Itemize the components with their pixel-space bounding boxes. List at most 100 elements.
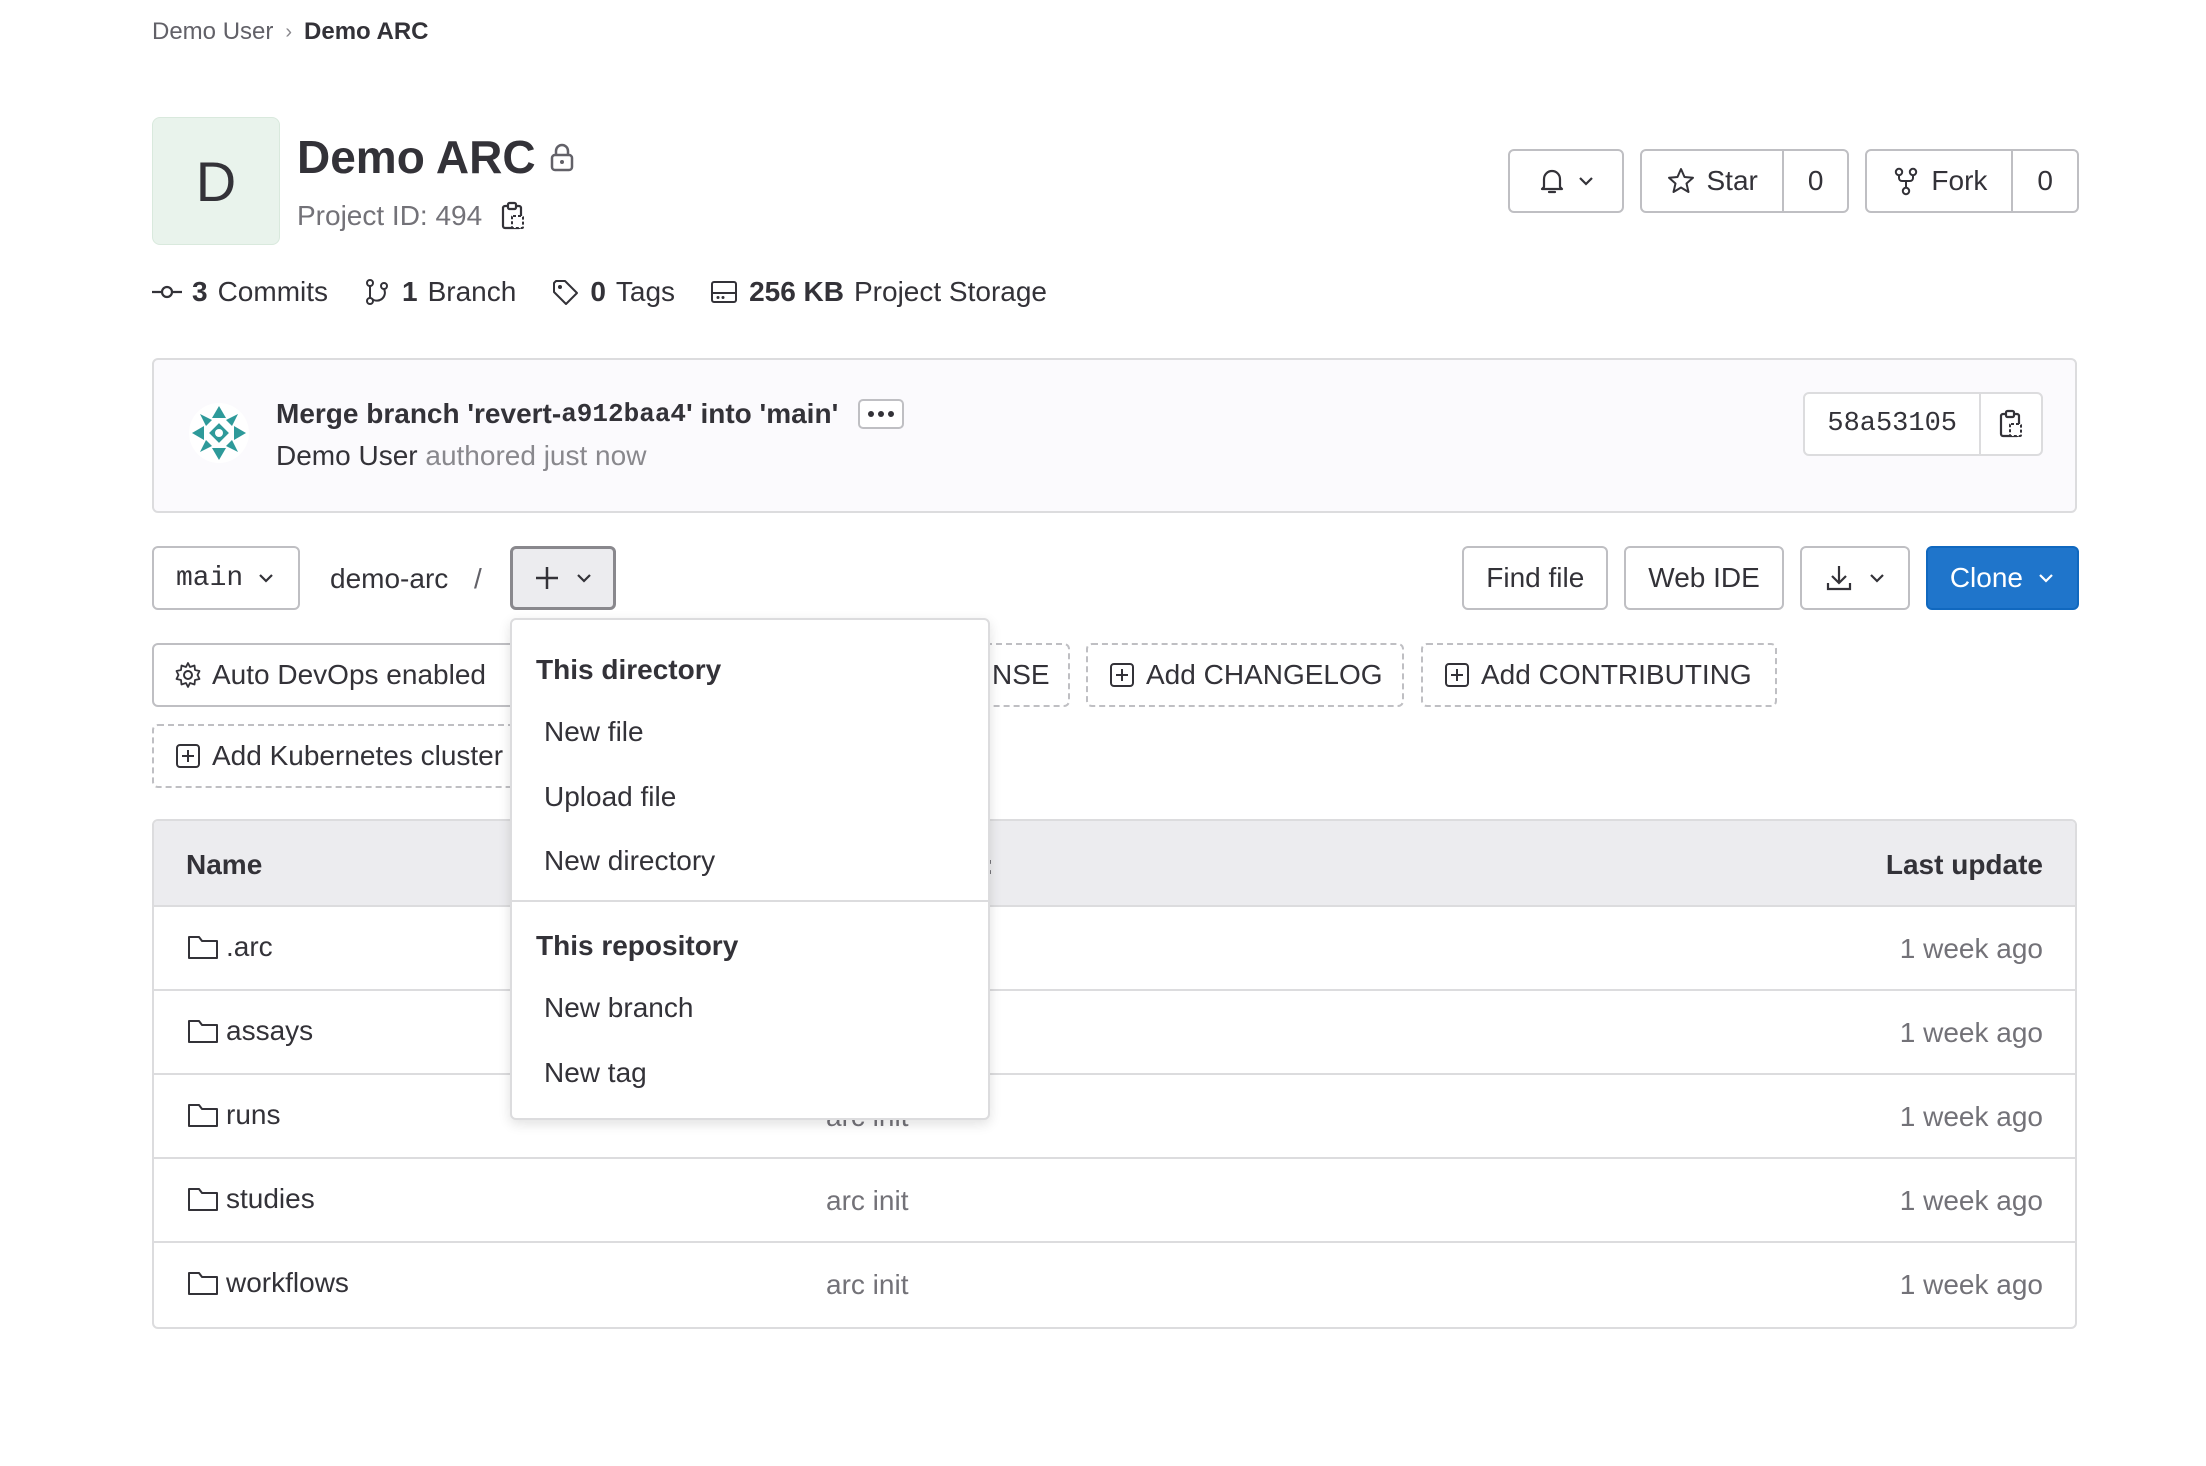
branches-count: 1 — [402, 276, 418, 307]
star-button[interactable]: Star — [1642, 151, 1781, 211]
repo-actions: Find file Web IDE Clone — [1462, 546, 2079, 610]
commit-message[interactable]: Merge branch 'revert-a912baa4 ' into 'mai… — [276, 398, 905, 430]
chevron-down-icon — [1870, 574, 1884, 583]
folder-icon — [188, 1188, 218, 1211]
table-row[interactable]: workflows arc init 1 week ago — [154, 1243, 2075, 1327]
add-to-tree-dropdown: This directory New file Upload file New … — [510, 618, 990, 1120]
add-kubernetes-button[interactable]: Add Kubernetes cluster — [152, 724, 522, 788]
chevron-down-icon — [577, 574, 591, 583]
commit-message-suffix: ' into 'main' — [686, 398, 839, 429]
menu-item-new-branch[interactable]: New branch — [544, 992, 693, 1024]
table-row[interactable]: studies arc init 1 week ago — [154, 1159, 2075, 1243]
fork-button[interactable]: Fork — [1867, 151, 2011, 211]
commit-meta: Demo User authored just now — [276, 440, 646, 472]
commit-author[interactable]: Demo User — [276, 440, 418, 471]
clone-label: Clone — [1949, 562, 2023, 593]
last-update-cell: 1 week ago — [1899, 1017, 2043, 1048]
file-name: studies — [226, 1183, 315, 1214]
storage-label: Project Storage — [854, 276, 1047, 307]
ellipsis-dot — [868, 411, 875, 417]
table-row[interactable]: .arc tigation 1 week ago — [154, 907, 2075, 991]
commits-label: Commits — [217, 276, 329, 307]
project-page: Demo User › Demo ARC D Demo ARC Project … — [0, 0, 2206, 1466]
file-name-cell[interactable]: runs — [186, 1099, 280, 1131]
branches-label: Branch — [427, 276, 517, 307]
auto-devops-button[interactable]: Auto DevOps enabled — [152, 643, 522, 707]
table-row[interactable]: runs arc init 1 week ago — [154, 1075, 2075, 1159]
folder-icon — [188, 1272, 218, 1295]
menu-item-new-file[interactable]: New file — [544, 716, 644, 748]
last-update-cell: 1 week ago — [1899, 1269, 2043, 1300]
add-license-label: NSE — [992, 659, 1050, 690]
fork-icon — [1895, 167, 1918, 196]
ellipsis-dot — [878, 411, 885, 417]
file-name-cell[interactable]: .arc — [186, 931, 273, 963]
add-to-tree-button[interactable] — [510, 546, 616, 610]
repo-path-root[interactable]: demo-arc — [330, 563, 448, 595]
web-ide-label: Web IDE — [1648, 562, 1760, 593]
table-row[interactable]: assays 1 week ago — [154, 991, 2075, 1075]
stat-storage[interactable]: 256 KB Project Storage — [709, 276, 1047, 308]
file-name-cell[interactable]: studies — [186, 1183, 315, 1215]
star-icon — [1668, 168, 1695, 193]
add-contributing-label: Add CONTRIBUTING — [1481, 659, 1752, 690]
commit-message-cell[interactable]: arc init — [826, 1269, 908, 1301]
find-file-button[interactable]: Find file — [1462, 546, 1609, 610]
breadcrumb-project[interactable]: Demo ARC — [304, 18, 428, 46]
project-avatar[interactable]: D — [152, 117, 280, 245]
stat-tags[interactable]: 0 Tags — [550, 276, 675, 308]
branch-selector[interactable]: main — [152, 546, 300, 610]
plus-icon — [536, 567, 558, 589]
folder-icon — [188, 936, 218, 959]
notification-button[interactable] — [1510, 151, 1622, 211]
tags-count: 0 — [590, 276, 606, 307]
copy-icon[interactable] — [500, 200, 526, 232]
add-changelog-button[interactable]: Add CHANGELOG — [1086, 643, 1404, 707]
file-name-cell[interactable]: assays — [186, 1015, 313, 1047]
stat-commits[interactable]: 3 Commits — [152, 276, 328, 308]
chevron-down-icon — [1579, 177, 1594, 186]
copy-icon — [1999, 409, 2022, 438]
star-count[interactable]: 0 — [1781, 151, 1848, 211]
dropdown-divider — [512, 900, 988, 902]
chevron-down-icon — [2039, 574, 2053, 583]
clone-button[interactable]: Clone — [1925, 546, 2079, 610]
fork-count[interactable]: 0 — [2011, 151, 2077, 211]
gear-icon — [175, 662, 201, 688]
ellipsis-dot — [888, 411, 895, 417]
commit-sha[interactable]: 58a53105 — [1805, 394, 1979, 454]
last-commit: Merge branch 'revert-a912baa4 ' into 'mai… — [152, 358, 2077, 513]
last-update-cell: 1 week ago — [1899, 1185, 2043, 1216]
tag-icon — [553, 280, 579, 305]
auto-devops-label: Auto DevOps enabled — [212, 659, 486, 690]
storage-icon — [711, 281, 738, 303]
col-last-update: Last update — [1885, 849, 2043, 880]
user-avatar-icon[interactable] — [188, 402, 250, 464]
tags-label: Tags — [615, 276, 676, 307]
notification-dropdown[interactable] — [1508, 149, 1625, 213]
branch-name: main — [176, 562, 244, 594]
add-kubernetes-label: Add Kubernetes cluster — [212, 740, 504, 771]
breadcrumb-user[interactable]: Demo User — [152, 18, 273, 46]
breadcrumb: Demo User › Demo ARC — [152, 18, 428, 46]
copy-sha-button[interactable] — [1979, 394, 2041, 454]
commit-message-cell[interactable]: arc init — [826, 1185, 908, 1217]
commit-time: authored just now — [425, 440, 647, 471]
page-title: Demo ARC — [297, 131, 536, 183]
menu-item-new-directory[interactable]: New directory — [544, 845, 715, 877]
download-icon — [1826, 566, 1851, 591]
header-actions: Star 0 Fork 0 — [1508, 149, 2079, 213]
fork-count-value: 0 — [2037, 165, 2053, 196]
web-ide-button[interactable]: Web IDE — [1624, 546, 1784, 610]
add-contributing-button[interactable]: Add CONTRIBUTING — [1421, 643, 1777, 707]
commit-message-sha: a912baa4 — [561, 399, 687, 429]
menu-item-upload-file[interactable]: Upload file — [544, 781, 676, 813]
toggle-description-button[interactable] — [858, 399, 905, 429]
star-count-value: 0 — [1807, 165, 1824, 196]
avatar-letter: D — [195, 149, 237, 213]
stat-branches[interactable]: 1 Branch — [362, 276, 516, 308]
file-name-cell[interactable]: workflows — [186, 1267, 349, 1299]
menu-item-new-tag[interactable]: New tag — [544, 1057, 647, 1089]
project-stats: 3 Commits 1 Branch 0 Tags 256 KB Project… — [152, 276, 1047, 308]
download-button[interactable] — [1799, 546, 1910, 610]
